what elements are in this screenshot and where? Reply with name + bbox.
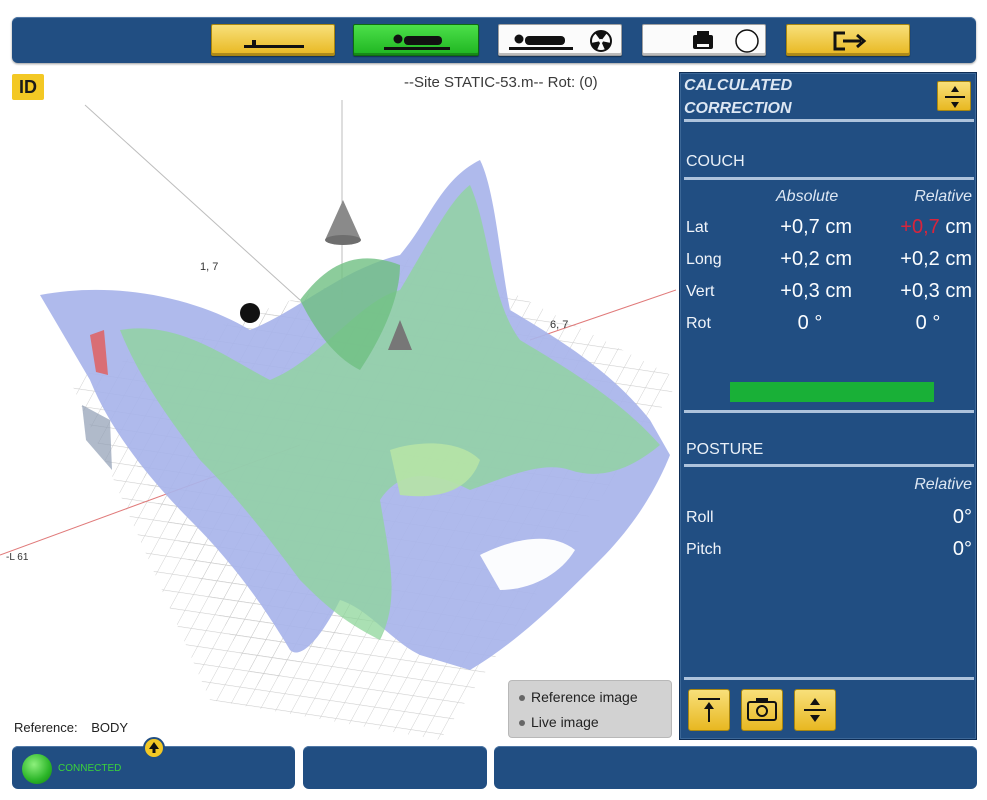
divider: [684, 677, 974, 680]
rot-label: Rot: [686, 315, 711, 332]
camera-button[interactable]: [741, 689, 783, 731]
lat-relative-number: +0,7: [900, 216, 940, 238]
couch-header: COUCH: [686, 153, 745, 170]
print-button[interactable]: [642, 24, 766, 56]
divider: [684, 119, 974, 122]
align-icon: [945, 86, 965, 108]
long-relative-number: +0,2: [900, 248, 940, 270]
reference-label: Reference: BODY: [14, 720, 128, 735]
live-image-option[interactable]: Live image: [519, 712, 599, 732]
pitch-label: Pitch: [686, 541, 722, 558]
pitch-value: 0°: [952, 538, 972, 560]
rot-relative-number: 0 °: [915, 312, 941, 334]
id-badge[interactable]: ID: [12, 74, 44, 100]
long-relative-value: +0,2 cm: [900, 248, 972, 271]
exit-icon: [833, 31, 867, 51]
exit-button[interactable]: [786, 24, 910, 56]
printer-icon: [693, 31, 713, 49]
fit-icon: [698, 698, 720, 722]
lat-absolute-value: +0,7 cm: [780, 216, 852, 238]
reference-value: BODY: [91, 720, 129, 735]
vert-absolute-value: +0,3 cm: [780, 280, 852, 302]
couch-view-button[interactable]: [211, 24, 335, 56]
correction-panel: CALCULATED CORRECTION COUCH Absolute Rel…: [679, 72, 977, 740]
posture-relative-column-header: Relative: [914, 476, 972, 493]
up-arrow-glyph: [149, 742, 159, 753]
divider: [684, 410, 974, 413]
record-indicator-icon: [735, 29, 759, 53]
patient-on-couch-icon: [384, 34, 450, 50]
divider: [684, 177, 974, 180]
reference-image-label: Reference image: [531, 689, 638, 705]
roll-label: Roll: [686, 509, 714, 526]
radio-icon: [519, 695, 525, 702]
axis-label-y: 1, 7: [200, 261, 218, 273]
vert-relative-value: +0,3 cm: [900, 280, 972, 303]
vert-label: Vert: [686, 283, 715, 300]
correction-status-bar: [730, 382, 934, 402]
panel-title-line1: CALCULATED: [684, 77, 793, 94]
couch-flat-icon: [244, 40, 304, 48]
relative-column-header: Relative: [914, 188, 972, 205]
axis-label-z: -L 61: [6, 552, 29, 563]
reference-label-text: Reference:: [14, 720, 78, 735]
image-selector: Reference image Live image: [508, 680, 672, 738]
surface-render: 1, 7 6, 7 -L 61: [0, 100, 676, 740]
patient-setup-button[interactable]: [353, 24, 479, 56]
status-panel-right: [494, 746, 977, 789]
long-relative-unit: cm: [939, 248, 972, 270]
connection-indicator-icon: [22, 754, 52, 784]
lat-label: Lat: [686, 219, 709, 236]
align-button-2[interactable]: [794, 689, 836, 731]
rot-relative-value: 0 °: [908, 312, 948, 335]
treatment-button[interactable]: [498, 24, 622, 56]
divider: [684, 464, 974, 467]
absolute-column-header: Absolute: [776, 188, 839, 205]
roll-value: 0°: [952, 506, 972, 528]
panel-title-line2: CORRECTION: [684, 100, 792, 117]
up-arrow-icon[interactable]: [143, 737, 165, 759]
fit-button[interactable]: [688, 689, 730, 731]
reference-image-option[interactable]: Reference image: [519, 687, 638, 707]
vert-relative-number: +0,3: [900, 280, 940, 302]
align-icon: [804, 698, 826, 722]
vert-relative-unit: cm: [939, 280, 972, 302]
rot-absolute-value: 0 °: [797, 312, 823, 334]
status-panel-middle: [303, 746, 487, 789]
site-label: --Site STATIC-53.m-- Rot: (0): [404, 74, 598, 91]
connection-status-text: CONNECTED: [58, 763, 122, 774]
live-image-label: Live image: [531, 714, 599, 730]
long-absolute-value: +0,2 cm: [780, 248, 852, 270]
radio-icon: [519, 720, 525, 727]
align-button[interactable]: [937, 81, 971, 111]
camera-icon: [747, 698, 777, 721]
posture-header: POSTURE: [686, 441, 764, 458]
print-button-graphics: [693, 29, 759, 53]
lat-relative-unit: cm: [939, 216, 972, 238]
surface-3d-viewer[interactable]: 1, 7 6, 7 -L 61: [0, 66, 676, 742]
axis-label-x: 6, 7: [550, 319, 568, 331]
patient-radiation-icon: [509, 30, 612, 52]
lat-relative-value: +0,7 cm: [900, 216, 972, 239]
long-label: Long: [686, 251, 722, 268]
